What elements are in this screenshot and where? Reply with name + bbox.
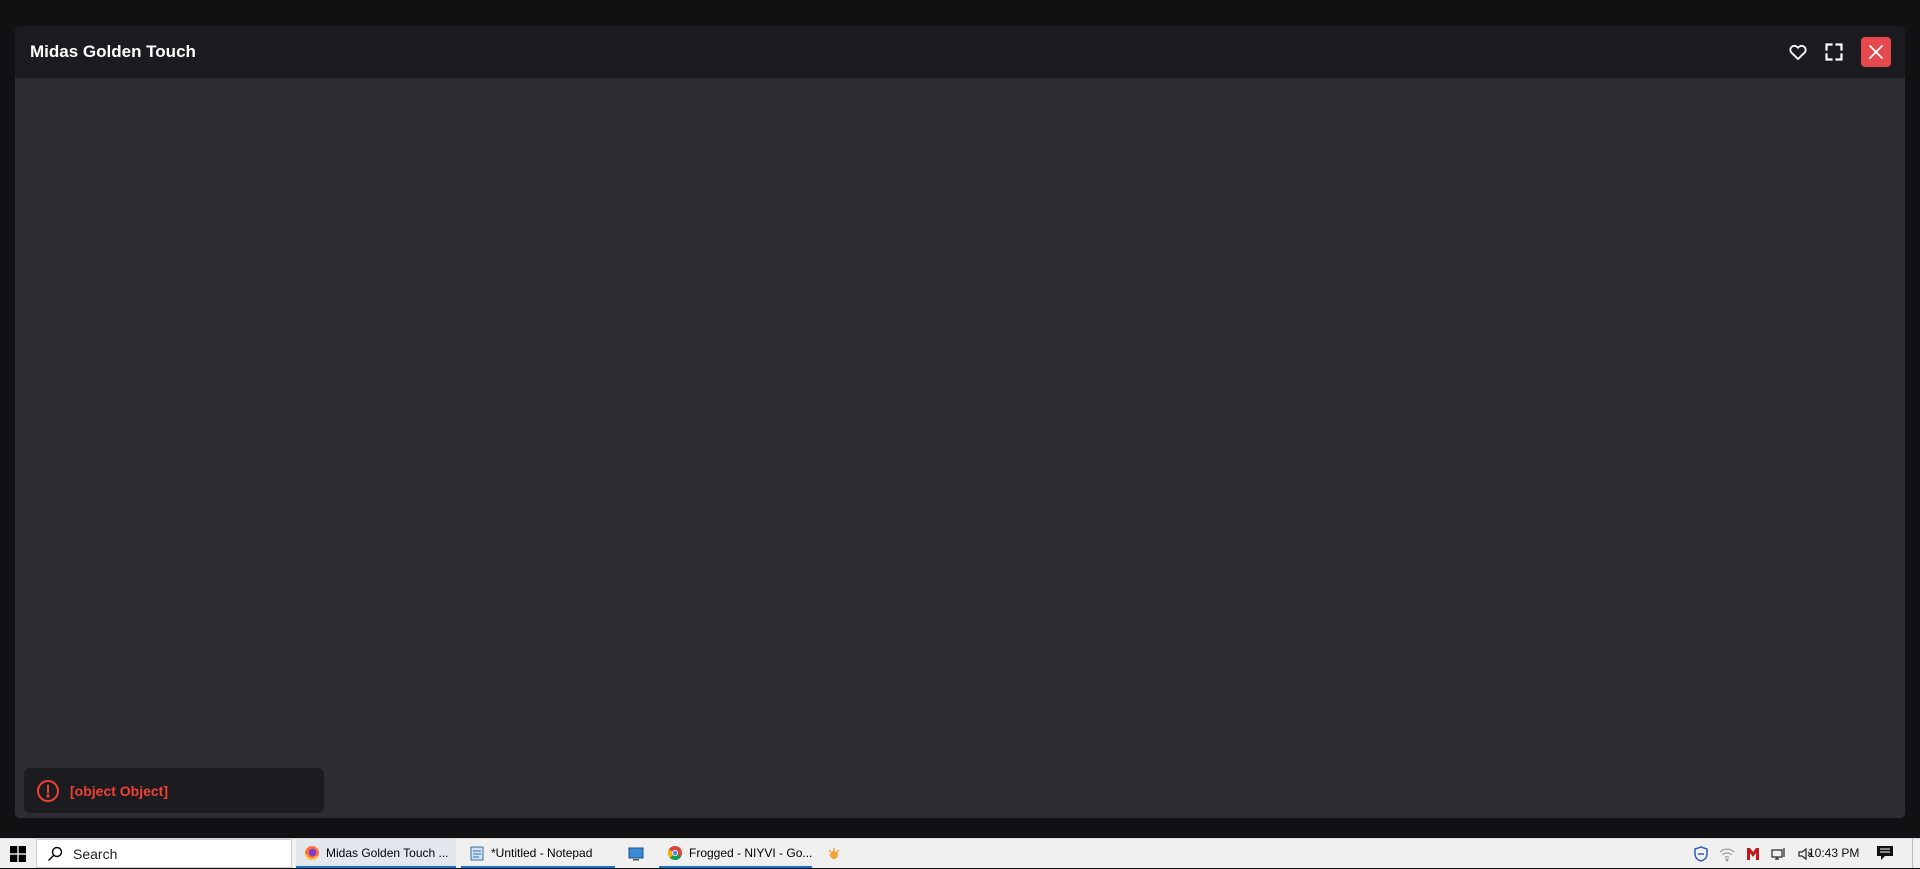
taskbar-item-firefox[interactable]: Midas Golden Touch ... [296, 839, 456, 868]
taskbar-search[interactable]: Search [36, 839, 292, 868]
system-tray [1688, 839, 1818, 868]
error-toast: [object Object] [24, 768, 324, 813]
search-placeholder: Search [73, 845, 118, 862]
game-canvas-area[interactable] [15, 78, 1905, 818]
notification-center-button[interactable] [1876, 845, 1894, 864]
heart-icon [1789, 44, 1807, 60]
fullscreen-button[interactable] [1819, 37, 1849, 67]
mcafee-icon[interactable] [1745, 846, 1761, 862]
game-modal: Midas Golden Touch [15, 26, 1905, 818]
taskbar-item-chrome[interactable]: Frogged - NIYVI - Go... [659, 839, 812, 868]
close-button[interactable] [1861, 37, 1891, 67]
error-icon [37, 779, 59, 802]
notification-icon [1877, 846, 1893, 860]
network-icon[interactable] [1771, 846, 1787, 862]
favorite-button[interactable] [1783, 37, 1813, 67]
taskbar-item-remote-desktop[interactable] [620, 839, 654, 868]
taskbar-item-label: Frogged - NIYVI - Go... [689, 845, 812, 860]
taskbar-item-notepad[interactable]: *Untitled - Notepad [461, 839, 615, 868]
notepad-icon [470, 846, 484, 860]
modal-title: Midas Golden Touch [30, 42, 196, 61]
show-desktop-button[interactable] [1912, 839, 1913, 868]
chrome-icon [667, 845, 682, 860]
wifi-icon[interactable] [1719, 846, 1735, 862]
app-icon [828, 847, 840, 859]
defender-icon[interactable] [1693, 845, 1709, 862]
toast-message: [object Object] [70, 782, 169, 799]
taskbar-item-app[interactable] [818, 839, 852, 868]
close-icon [1869, 45, 1883, 59]
windows-icon [10, 846, 26, 862]
fullscreen-icon [1825, 43, 1843, 61]
taskbar: Search Midas Golden Touch ... *Untitled … [0, 838, 1920, 868]
modal-header: Midas Golden Touch [15, 26, 1905, 78]
search-icon [48, 846, 63, 861]
firefox-icon [305, 845, 319, 860]
taskbar-item-label: Midas Golden Touch ... [326, 845, 449, 860]
taskbar-item-label: *Untitled - Notepad [491, 845, 593, 860]
start-button[interactable] [0, 839, 36, 869]
remote-desktop-icon [628, 847, 644, 860]
header-actions [1783, 37, 1891, 67]
taskbar-clock[interactable]: 10:43 PM [1808, 839, 1859, 868]
